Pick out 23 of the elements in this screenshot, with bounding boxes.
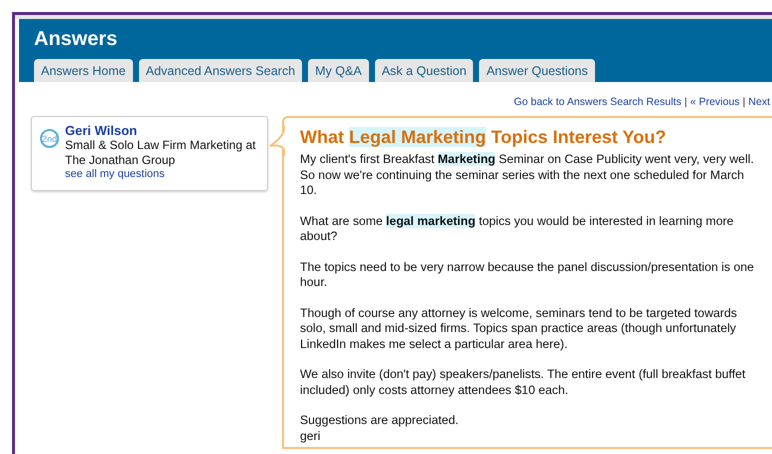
nav-link[interactable]: Next <box>748 96 770 108</box>
author-name[interactable]: Geri Wilson <box>65 123 259 138</box>
tab[interactable]: Answer Questions <box>479 59 595 82</box>
connection-badge: 2nd <box>40 129 59 148</box>
tab[interactable]: Ask a Question <box>374 59 474 82</box>
question-title: What Legal Marketing Topics Interest You? <box>300 127 668 148</box>
separator: | <box>684 96 688 108</box>
signature: geri <box>300 428 322 444</box>
question-paragraph: My client's first Breakfast Marketing Seminar on Case Publicity went very, very well. So now we're continuing the seminar series with the next one scheduled for March 10. <box>300 152 755 198</box>
separator: | <box>742 96 746 108</box>
questions-link[interactable]: see all my questions <box>65 168 259 180</box>
question-paragraph: Though of course any attorney is welcome, seminars tend to be targeted towards solo, small and mid-sized firms. Topics span practice areas (though unfortunately LinkedIn makes me select a particular area here). <box>300 306 738 352</box>
question-paragraph: Suggestions are appreciated. <box>300 413 460 428</box>
question-paragraph: We also invite (don't pay) speakers/panelists. The entire event (full breakfast buffet included) only costs attorney attendees $10 each. <box>300 367 746 398</box>
nav-link[interactable]: Go back to Answers Search Results <box>514 96 682 108</box>
tab[interactable]: My Q&A <box>308 59 369 82</box>
tab[interactable]: Advanced Answers Search <box>138 59 302 82</box>
author-headline: Small & Solo Law Firm Marketing at The Jonathan Group <box>65 138 257 168</box>
page-title: Answers <box>34 28 118 51</box>
question-paragraph: What are some legal marketing topics you would be interested in learning more about? <box>300 214 735 244</box>
nav-link[interactable]: « Previous <box>690 96 740 108</box>
question-paragraph: The topics need to be very narrow because the panel discussion/presentation is one hour. <box>300 260 755 290</box>
tab[interactable]: Answers Home <box>34 59 133 82</box>
